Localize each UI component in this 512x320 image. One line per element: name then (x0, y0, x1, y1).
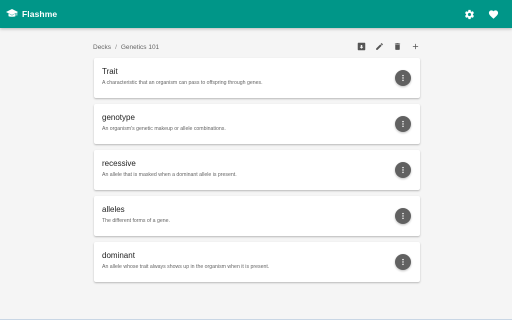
card-definition: The different forms of a gene. (102, 218, 170, 224)
card-definition: An allele that is masked when a dominant… (102, 172, 237, 178)
trash-icon[interactable] (392, 41, 402, 51)
graduation-cap-icon (6, 9, 18, 19)
flashcard[interactable]: recessive An allele that is masked when … (94, 150, 420, 190)
more-vert-icon[interactable] (395, 70, 411, 86)
card-definition: An organism's genetic makeup or allele c… (102, 126, 226, 132)
app-header: Flashme (0, 0, 512, 28)
flashcard[interactable]: Trait A characteristic that an organism … (94, 58, 420, 98)
flashcard[interactable]: alleles The different forms of a gene. (94, 196, 420, 236)
breadcrumb-current-deck: Genetics 101 (120, 43, 160, 51)
card-term: dominant (102, 251, 135, 260)
more-vert-icon[interactable] (395, 162, 411, 178)
card-term: alleles (102, 205, 125, 214)
flashcard[interactable]: dominant An allele whose trait always sh… (94, 242, 420, 282)
pencil-icon[interactable] (374, 41, 384, 51)
card-list: Trait A characteristic that an organism … (94, 58, 420, 288)
breadcrumb-separator: / (115, 43, 117, 51)
deck-toolbar (356, 40, 420, 52)
breadcrumb-decks-link[interactable]: Decks (93, 44, 111, 51)
gear-icon[interactable] (462, 7, 476, 21)
card-term: genotype (102, 113, 135, 122)
heart-icon[interactable] (486, 7, 500, 21)
card-definition: A characteristic that an organism can pa… (102, 80, 263, 86)
flashcard[interactable]: genotype An organism's genetic makeup or… (94, 104, 420, 144)
more-vert-icon[interactable] (395, 208, 411, 224)
card-term: recessive (102, 159, 136, 168)
card-definition: An allele whose trait always shows up in… (102, 264, 270, 270)
card-term: Trait (102, 67, 118, 76)
more-vert-icon[interactable] (395, 116, 411, 132)
brand[interactable]: Flashme (6, 9, 57, 19)
plus-icon[interactable] (410, 41, 420, 51)
breadcrumb: Decks / Genetics 101 (93, 42, 159, 52)
download-box-icon[interactable] (356, 41, 366, 51)
app-title: Flashme (22, 9, 58, 19)
more-vert-icon[interactable] (395, 254, 411, 270)
